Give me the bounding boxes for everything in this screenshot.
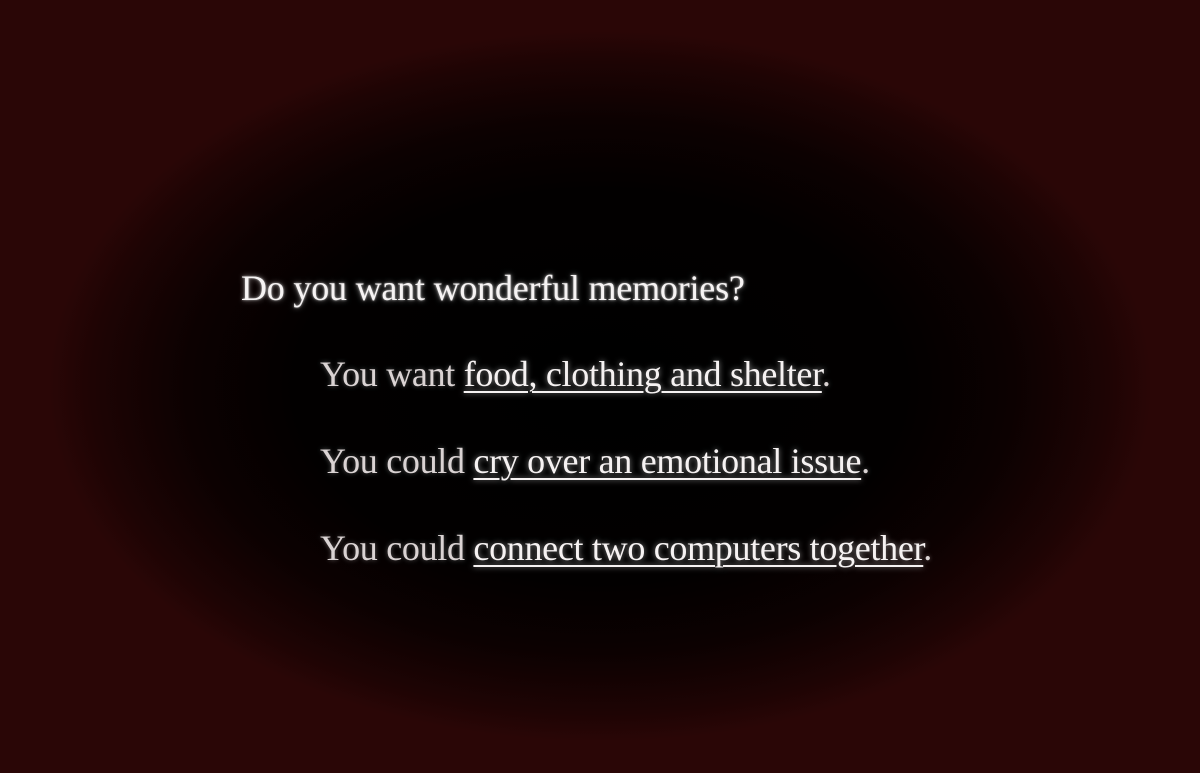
story-passage: Do you want wonderful memories? You want… (241, 262, 1141, 609)
choice-suffix: . (923, 528, 932, 568)
choice-prefix: You could (320, 528, 474, 568)
choice-link-food-clothing-shelter[interactable]: food, clothing and shelter (464, 354, 822, 394)
choice-link-connect-computers[interactable]: connect two computers together (473, 528, 923, 568)
choice-suffix: . (821, 354, 831, 394)
choice-item: You could connect two computers together… (320, 522, 1141, 574)
passage-question: Do you want wonderful memories? (241, 268, 745, 308)
choice-list: You want food, clothing and shelter. You… (320, 348, 1141, 574)
choice-prefix: You could (320, 441, 474, 481)
choice-item: You want food, clothing and shelter. (320, 348, 1141, 400)
choice-suffix: . (861, 441, 870, 481)
choice-prefix: You want (320, 354, 464, 394)
choice-link-cry-emotional-issue[interactable]: cry over an emotional issue (473, 441, 861, 481)
choice-item: You could cry over an emotional issue. (320, 435, 1141, 487)
